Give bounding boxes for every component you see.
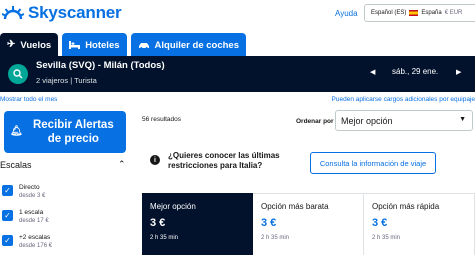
stop-price: desde 3 € [19, 193, 46, 199]
tab-hotels[interactable]: Hoteles [62, 33, 127, 57]
previous-date-icon[interactable]: ◀ [370, 68, 375, 76]
locale-selector[interactable]: Español (ES) España € EUR [364, 4, 475, 22]
sort-tab-label: Opción más rápida [372, 202, 440, 211]
caret-down-icon: ▼ [459, 116, 466, 123]
sort-tab-price: 3 € [150, 217, 166, 229]
vertical-tabs: ✈ Vuelos Hoteles Alquiler de coches [0, 33, 246, 57]
sort-tab-price: 3 € [372, 217, 388, 229]
sort-tab-price: 3 € [261, 217, 277, 229]
stops-filter-title: Escalas [0, 160, 32, 170]
sunrise-logo-icon [2, 6, 24, 20]
bed-icon [69, 41, 81, 49]
plane-icon: ✈ [7, 39, 16, 50]
route-subtitle: 2 viajeros | Turista [36, 76, 97, 85]
checkbox-checked-icon[interactable]: ✓ [2, 235, 13, 246]
stop-label: +2 escalas [19, 234, 51, 241]
header: Skyscanner Ayuda Español (ES) España € E… [0, 0, 475, 57]
sort-tab-label: Mejor opción [150, 202, 196, 211]
car-icon [138, 42, 149, 49]
sort-tab-duration: 2 h 35 min [372, 235, 401, 241]
stop-price: desde 17 € [19, 218, 49, 224]
spain-flag-icon [409, 10, 419, 16]
checkbox-checked-icon[interactable]: ✓ [2, 210, 13, 221]
stop-option-one[interactable]: ✓ 1 escala desde 17 € [2, 209, 127, 231]
departure-date: sáb., 29 ene. [392, 67, 439, 76]
cabin-class: Turista [74, 76, 97, 85]
stop-option-text: Directo desde 3 € [19, 184, 45, 206]
currency-label: € EUR [444, 10, 463, 16]
consult-travel-info-button[interactable]: Consulta la información de viaje [310, 152, 436, 174]
country-label: España [421, 10, 442, 16]
tab-flights[interactable]: ✈ Vuelos [0, 33, 59, 57]
sort-tab-cheapest[interactable]: Opción más barata 3 € 2 h 35 min [253, 193, 364, 255]
show-whole-month-link[interactable]: Mostrar todo el mes [0, 96, 57, 103]
skyscanner-logo[interactable]: Skyscanner [2, 3, 122, 23]
sort-select[interactable]: Mejor opción ▼ [335, 110, 473, 131]
travelers-count: 2 viajeros [36, 76, 69, 85]
bell-icon: 🔔︎ [10, 126, 23, 137]
search-button[interactable] [8, 64, 28, 84]
sort-selected-value: Mejor opción [341, 115, 393, 126]
stop-option-two-plus[interactable]: ✓ +2 escalas desde 176 € [2, 234, 127, 255]
search-summary-bar[interactable]: Sevilla (SVQ) - Milán (Todos) 2 viajeros… [0, 56, 475, 92]
tab-flights-label: Vuelos [20, 39, 52, 51]
info-icon: i [150, 155, 160, 165]
stop-label: 1 escala [19, 209, 44, 216]
stop-option-text: +2 escalas desde 176 € [19, 234, 52, 255]
checkbox-checked-icon[interactable]: ✓ [2, 185, 13, 196]
search-icon [13, 69, 23, 79]
sort-label: Ordenar por [296, 118, 334, 125]
extra-fees-link[interactable]: Pueden aplicarse cargos adicionales por … [332, 96, 475, 103]
travel-restrictions-banner: i ¿Quieres conocer las últimas restricci… [142, 146, 475, 184]
tab-car-hire-label: Alquiler de coches [154, 39, 239, 51]
sort-tab-label: Opción más barata [261, 202, 329, 211]
stop-option-text: 1 escala desde 17 € [19, 209, 49, 231]
route-title: Sevilla (SVQ) - Milán (Todos) [36, 60, 165, 71]
sort-tab-fastest[interactable]: Opción más rápida 3 € 2 h 35 min [364, 193, 475, 255]
next-date-icon[interactable]: ▶ [456, 68, 461, 76]
results-count: 56 resultados [142, 116, 182, 123]
help-link[interactable]: Ayuda [335, 9, 358, 18]
price-alert-label: Recibir Alertas de precio [32, 119, 114, 145]
logo-text: Skyscanner [28, 3, 122, 22]
restrictions-text: ¿Quieres conocer las últimas restriccion… [168, 151, 280, 170]
sort-tab-duration: 2 h 35 min [261, 235, 290, 241]
tab-hotels-label: Hoteles [85, 39, 120, 51]
price-alert-button[interactable]: 🔔︎ Recibir Alertas de precio [4, 111, 126, 153]
stop-price: desde 176 € [19, 243, 53, 249]
stop-option-direct[interactable]: ✓ Directo desde 3 € [2, 184, 127, 206]
sort-tabs: Mejor opción 3 € 2 h 35 min Opción más b… [142, 193, 475, 255]
sort-tab-best[interactable]: Mejor opción 3 € 2 h 35 min [142, 193, 253, 255]
language-label: Español (ES) [371, 10, 407, 16]
chevron-up-icon[interactable]: ⌃ [118, 159, 126, 170]
sort-tab-duration: 2 h 35 min [150, 235, 179, 241]
stop-label: Directo [19, 184, 40, 191]
tab-car-hire[interactable]: Alquiler de coches [130, 33, 246, 57]
